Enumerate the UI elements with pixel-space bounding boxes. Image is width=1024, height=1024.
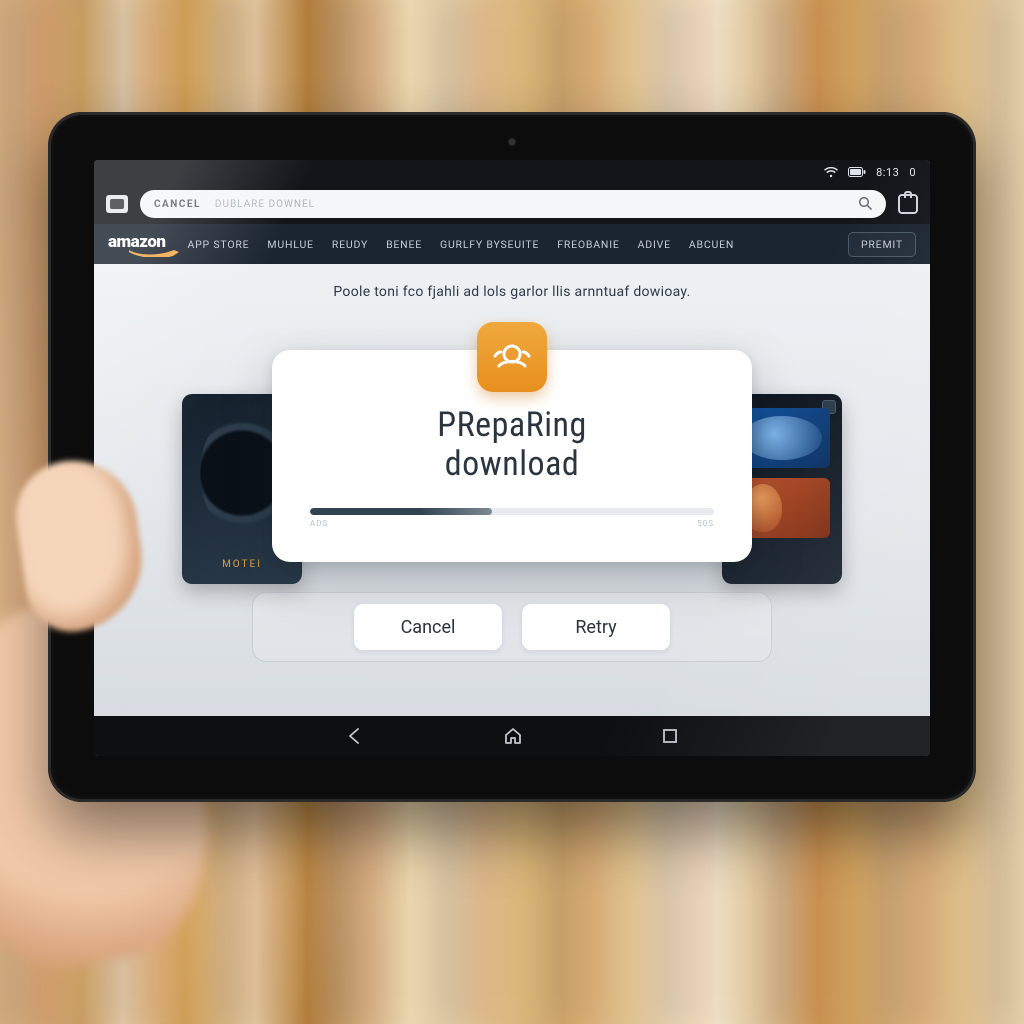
dialog-button-row: Cancel Retry xyxy=(252,592,772,662)
dialog-title-line2: download xyxy=(306,445,718,484)
progress-wrap: ADS 50S xyxy=(310,508,714,528)
nav-back-icon[interactable] xyxy=(346,727,364,745)
progress-label-left: ADS xyxy=(310,519,328,528)
app-badge-icon xyxy=(477,322,547,392)
store-nav: amazon APP STORE MUHLUE REUDY BENEE GURL… xyxy=(94,224,930,264)
cancel-button[interactable]: Cancel xyxy=(353,603,503,651)
nav-item-3[interactable]: BENEE xyxy=(386,238,422,251)
nav-home-icon[interactable] xyxy=(504,727,522,745)
tabs-icon[interactable] xyxy=(898,194,918,214)
brand-logo[interactable]: amazon xyxy=(108,232,165,256)
urlbar-placeholder: DUBLARE DOWNEL xyxy=(215,199,315,210)
app-switcher-icon[interactable] xyxy=(106,195,128,213)
status-bar: 8:13 0 xyxy=(94,160,930,184)
status-time: 8:13 xyxy=(876,166,899,179)
nav-item-2[interactable]: REUDY xyxy=(332,238,368,251)
card-corner-icon xyxy=(822,400,836,414)
wifi-icon xyxy=(824,167,838,178)
nav-appstore[interactable]: APP STORE xyxy=(187,238,249,251)
progress-fill xyxy=(310,508,492,515)
nav-item-6[interactable]: ADIVE xyxy=(638,238,671,251)
nav-item-1[interactable]: MUHLUE xyxy=(267,238,313,251)
nav-recents-icon[interactable] xyxy=(662,728,678,744)
progress-label-right: 50S xyxy=(697,519,714,528)
tablet-camera xyxy=(508,138,516,146)
battery-icon xyxy=(848,167,866,177)
url-bar[interactable]: CANCEL DUBLARE DOWNEL xyxy=(140,190,886,218)
download-dialog: PRepaRing download ADS 50S xyxy=(272,350,752,562)
nav-item-5[interactable]: FREOBANIE xyxy=(557,238,619,251)
retry-button[interactable]: Retry xyxy=(521,603,671,651)
url-row: CANCEL DUBLARE DOWNEL xyxy=(94,184,930,224)
nav-cta[interactable]: PREMIT xyxy=(848,232,916,257)
brand-smile-icon xyxy=(128,249,180,257)
tablet-frame: 8:13 0 CANCEL DUBLARE DOWNEL amazon APP … xyxy=(48,112,976,802)
nav-item-7[interactable]: ABCUEN xyxy=(689,238,734,251)
screen: 8:13 0 CANCEL DUBLARE DOWNEL amazon APP … xyxy=(94,160,930,756)
page-subtitle: Poole toni fco fjahli ad lols garlor lli… xyxy=(94,264,930,300)
status-extra: 0 xyxy=(909,166,916,179)
dialog-title-line1: PRepaRing xyxy=(306,406,718,445)
android-navbar xyxy=(94,716,930,756)
search-icon[interactable] xyxy=(858,195,872,214)
dialog-title: PRepaRing download xyxy=(306,406,718,484)
nav-item-4[interactable]: GURLFY BYSEUITE xyxy=(440,238,539,251)
progress-bar xyxy=(310,508,714,515)
content-area: Poole toni fco fjahli ad lols garlor lli… xyxy=(94,264,930,716)
urlbar-cancel[interactable]: CANCEL xyxy=(154,199,201,210)
